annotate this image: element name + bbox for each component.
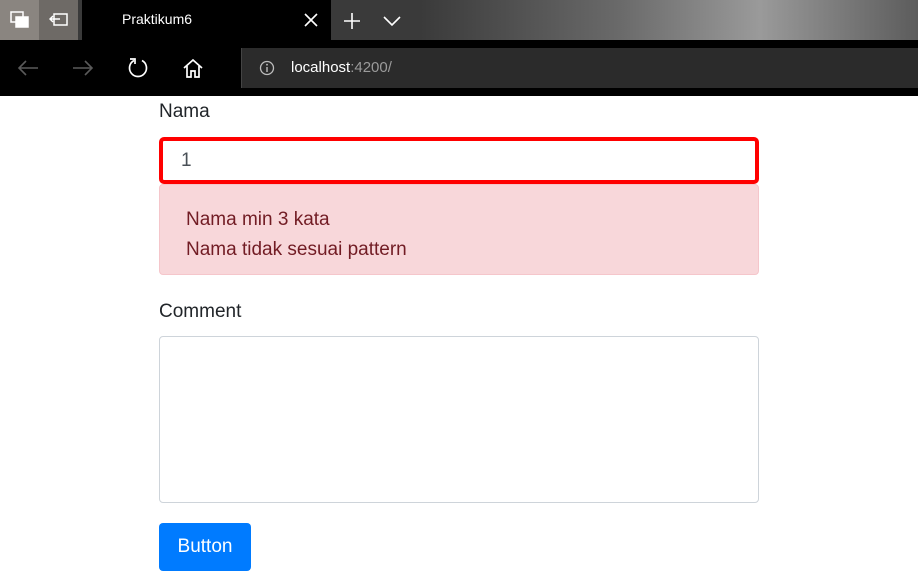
nama-input[interactable]	[159, 137, 759, 184]
tab-list-button[interactable]	[376, 8, 408, 34]
browser-nav-bar: localhost:4200/	[0, 40, 918, 96]
tab-title: Praktikum6	[122, 11, 193, 27]
arrow-left-icon	[17, 60, 38, 76]
forward-button[interactable]	[69, 54, 97, 82]
info-icon[interactable]	[259, 60, 275, 76]
close-icon[interactable]	[301, 10, 321, 30]
comment-label: Comment	[159, 301, 242, 322]
error-pattern: Nama tidak sesuai pattern	[186, 239, 407, 260]
set-aside-icon	[48, 13, 68, 26]
tab-preview-button[interactable]	[0, 0, 39, 40]
arrow-right-icon	[73, 60, 94, 76]
comment-textarea[interactable]	[159, 336, 759, 503]
url-host: localhost	[291, 59, 351, 76]
tabs-aside-icon	[9, 11, 29, 28]
url-port: :4200/	[350, 59, 392, 76]
address-bar[interactable]: localhost:4200/	[241, 48, 918, 88]
refresh-button[interactable]	[124, 54, 152, 82]
tab-praktikum6[interactable]: Praktikum6	[82, 0, 331, 40]
browser-tab-bar: Praktikum6	[0, 0, 918, 40]
error-min-words: Nama min 3 kata	[186, 209, 330, 230]
back-button[interactable]	[14, 54, 42, 82]
new-tab-button[interactable]	[334, 8, 370, 34]
refresh-icon	[128, 58, 148, 78]
submit-button[interactable]: Button	[159, 523, 251, 571]
url-text: localhost:4200/	[291, 59, 392, 76]
nama-error-alert: Nama min 3 kata Nama tidak sesuai patter…	[159, 184, 759, 275]
set-tabs-aside-button[interactable]	[39, 0, 78, 40]
chevron-down-icon	[383, 16, 401, 27]
home-button[interactable]	[179, 54, 207, 82]
nama-label: Nama	[159, 101, 210, 122]
plus-icon	[344, 13, 360, 29]
home-icon	[183, 58, 203, 78]
